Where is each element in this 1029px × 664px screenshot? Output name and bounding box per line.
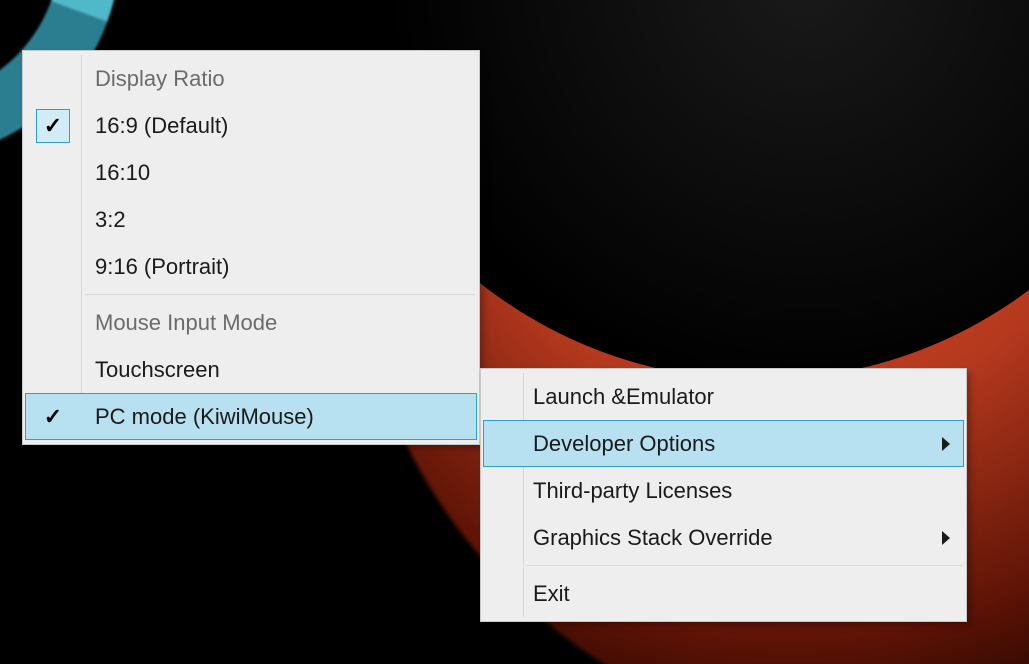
menu-separator bbox=[85, 294, 475, 295]
menu-section-display-ratio: Display Ratio bbox=[25, 55, 477, 102]
menu-item-third-party-licenses[interactable]: Third-party Licenses bbox=[483, 467, 964, 514]
menu-item-label: Graphics Stack Override bbox=[523, 525, 928, 551]
menu-item-label: PC mode (KiwiMouse) bbox=[81, 404, 463, 430]
menu-item-label: 16:10 bbox=[81, 160, 463, 186]
menu-item-label: 3:2 bbox=[81, 207, 463, 233]
menu-item-label: 16:9 (Default) bbox=[81, 113, 463, 139]
section-header-label: Display Ratio bbox=[81, 66, 463, 92]
section-header-label: Mouse Input Mode bbox=[81, 310, 463, 336]
submenu-arrow-icon bbox=[942, 531, 950, 545]
menu-item-touchscreen[interactable]: Touchscreen bbox=[25, 346, 477, 393]
submenu-arrow-icon bbox=[942, 437, 950, 451]
menu-item-ratio-3-2[interactable]: 3:2 bbox=[25, 196, 477, 243]
menu-item-label: Launch &Emulator bbox=[523, 384, 928, 410]
menu-item-exit[interactable]: Exit bbox=[483, 570, 964, 617]
menu-item-label: Touchscreen bbox=[81, 357, 463, 383]
menu-item-graphics-stack-override[interactable]: Graphics Stack Override bbox=[483, 514, 964, 561]
menu-item-label: Developer Options bbox=[523, 431, 928, 457]
menu-item-ratio-16-9[interactable]: ✓ 16:9 (Default) bbox=[25, 102, 477, 149]
menu-separator bbox=[527, 565, 962, 566]
menu-item-label: Third-party Licenses bbox=[523, 478, 928, 504]
menu-item-launch-emulator[interactable]: Launch &Emulator bbox=[483, 373, 964, 420]
menu-section-mouse-input: Mouse Input Mode bbox=[25, 299, 477, 346]
main-context-menu: Launch &Emulator Developer Options Third… bbox=[480, 368, 967, 622]
developer-options-submenu: Display Ratio ✓ 16:9 (Default) 16:10 3:2… bbox=[22, 50, 480, 445]
menu-item-ratio-9-16[interactable]: 9:16 (Portrait) bbox=[25, 243, 477, 290]
menu-item-ratio-16-10[interactable]: 16:10 bbox=[25, 149, 477, 196]
check-icon: ✓ bbox=[44, 115, 62, 137]
check-icon: ✓ bbox=[44, 406, 62, 428]
menu-item-label: Exit bbox=[523, 581, 928, 607]
checked-indicator: ✓ bbox=[36, 109, 70, 143]
menu-item-pc-mode[interactable]: ✓ PC mode (KiwiMouse) bbox=[25, 393, 477, 440]
menu-item-developer-options[interactable]: Developer Options bbox=[483, 420, 964, 467]
menu-item-label: 9:16 (Portrait) bbox=[81, 254, 463, 280]
